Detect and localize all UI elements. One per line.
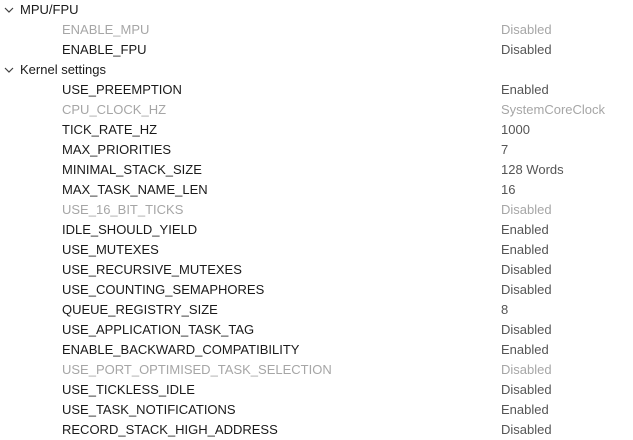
chevron-down-icon[interactable] [4,5,14,15]
parameter-name: MAX_TASK_NAME_LEN [62,182,208,197]
parameter-name: IDLE_SHOULD_YIELD [62,222,198,237]
parameter-row-max-priorities[interactable]: MAX_PRIORITIES 7 [0,140,633,160]
parameter-value[interactable]: Enabled [501,80,549,100]
parameter-row-use-task-notifications[interactable]: USE_TASK_NOTIFICATIONS Enabled [0,400,633,420]
parameter-value[interactable]: Enabled [501,340,549,360]
parameter-name: ENABLE_BACKWARD_COMPATIBILITY [62,342,300,357]
parameter-row-use-16-bit-ticks[interactable]: USE_16_BIT_TICKS Disabled [0,200,633,220]
parameter-row-use-application-task-tag[interactable]: USE_APPLICATION_TASK_TAG Disabled [0,320,633,340]
parameter-row-enable-mpu[interactable]: ENABLE_MPU Disabled [0,20,633,40]
parameter-value[interactable]: Disabled [501,380,552,400]
parameter-value: Disabled [501,202,552,217]
parameter-tree: MPU/FPU ENABLE_MPU Disabled ENABLE_FPU Disab… [0,0,633,440]
parameter-value[interactable]: Disabled [501,40,552,60]
parameter-name: RECORD_STACK_HIGH_ADDRESS [62,422,278,437]
parameter-name: USE_TASK_NOTIFICATIONS [62,402,236,417]
parameter-name: USE_PORT_OPTIMISED_TASK_SELECTION [62,362,332,377]
parameter-row-minimal-stack-size[interactable]: MINIMAL_STACK_SIZE 128 Words [0,160,633,180]
parameter-value[interactable]: 1000 [501,120,530,140]
chevron-down-icon[interactable] [4,65,14,75]
parameter-value[interactable]: Disabled [501,260,552,280]
parameter-name: QUEUE_REGISTRY_SIZE [62,302,218,317]
parameter-value[interactable]: Disabled [501,280,552,300]
parameter-value[interactable]: Enabled [501,220,549,240]
parameter-row-queue-registry-size[interactable]: QUEUE_REGISTRY_SIZE 8 [0,300,633,320]
tree-group-label: Kernel settings [20,62,106,77]
parameter-value[interactable]: 8 [501,300,508,320]
parameter-value[interactable]: 128 Words [501,160,564,180]
parameter-row-use-preemption[interactable]: USE_PREEMPTION Enabled [0,80,633,100]
parameter-name: USE_APPLICATION_TASK_TAG [62,322,255,337]
parameter-name: USE_TICKLESS_IDLE [62,382,195,397]
parameter-name: USE_COUNTING_SEMAPHORES [62,282,265,297]
parameter-name: USE_MUTEXES [62,242,159,257]
tree-group-label: MPU/FPU [20,2,79,17]
parameter-name: ENABLE_FPU [62,42,147,57]
parameter-value: Disabled [501,22,552,37]
parameter-row-cpu-clock-hz[interactable]: CPU_CLOCK_HZ SystemCoreClock [0,100,633,120]
parameter-name: ENABLE_MPU [62,22,150,37]
parameter-row-use-mutexes[interactable]: USE_MUTEXES Enabled [0,240,633,260]
parameter-row-record-stack-high-address[interactable]: RECORD_STACK_HIGH_ADDRESS Disabled [0,420,633,440]
parameter-value[interactable]: 7 [501,140,508,160]
parameter-name: MAX_PRIORITIES [62,142,172,157]
parameter-name: TICK_RATE_HZ [62,122,158,137]
parameter-value[interactable]: Disabled [501,420,552,440]
parameter-row-max-task-name-len[interactable]: MAX_TASK_NAME_LEN 16 [0,180,633,200]
parameter-row-use-recursive-mutexes[interactable]: USE_RECURSIVE_MUTEXES Disabled [0,260,633,280]
tree-group-kernel-settings[interactable]: Kernel settings [0,60,633,80]
parameter-value[interactable]: Enabled [501,400,549,420]
parameter-value[interactable]: Enabled [501,240,549,260]
parameter-name: MINIMAL_STACK_SIZE [62,162,202,177]
parameter-row-idle-should-yield[interactable]: IDLE_SHOULD_YIELD Enabled [0,220,633,240]
parameter-row-tick-rate-hz[interactable]: TICK_RATE_HZ 1000 [0,120,633,140]
parameter-value: SystemCoreClock [501,102,606,117]
parameter-row-enable-fpu[interactable]: ENABLE_FPU Disabled [0,40,633,60]
parameter-row-use-counting-semaphores[interactable]: USE_COUNTING_SEMAPHORES Disabled [0,280,633,300]
parameter-row-use-tickless-idle[interactable]: USE_TICKLESS_IDLE Disabled [0,380,633,400]
parameter-row-use-port-optimised-task-selection[interactable]: USE_PORT_OPTIMISED_TASK_SELECTION Disable… [0,360,633,380]
parameter-name: CPU_CLOCK_HZ [62,102,167,117]
parameter-name: USE_RECURSIVE_MUTEXES [62,262,242,277]
parameter-name: USE_PREEMPTION [62,82,182,97]
parameter-value[interactable]: Disabled [501,320,552,340]
parameter-row-enable-backward-compatibility[interactable]: ENABLE_BACKWARD_COMPATIBILITY Enabled [0,340,633,360]
parameter-value[interactable]: 16 [501,180,515,200]
parameter-name: USE_16_BIT_TICKS [62,202,184,217]
parameter-value: Disabled [501,362,552,377]
tree-group-mpu-fpu[interactable]: MPU/FPU [0,0,633,20]
